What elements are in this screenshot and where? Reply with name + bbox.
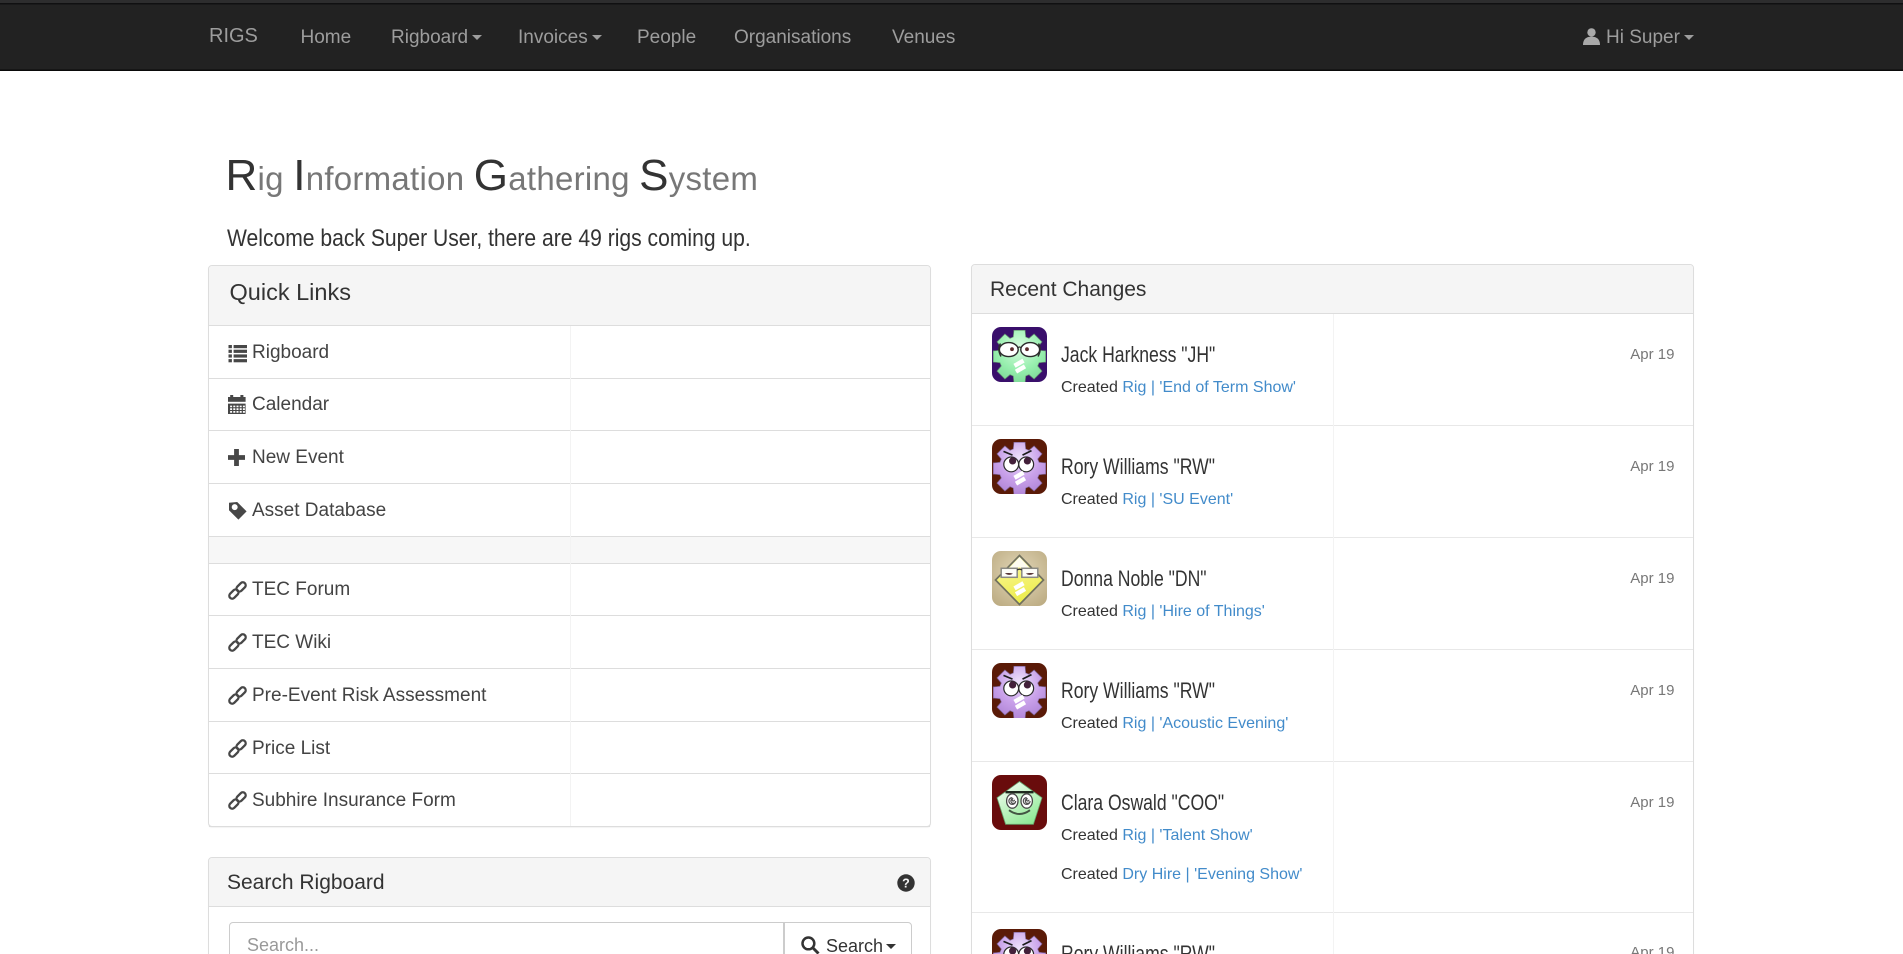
svg-text:?: ? xyxy=(902,876,910,890)
